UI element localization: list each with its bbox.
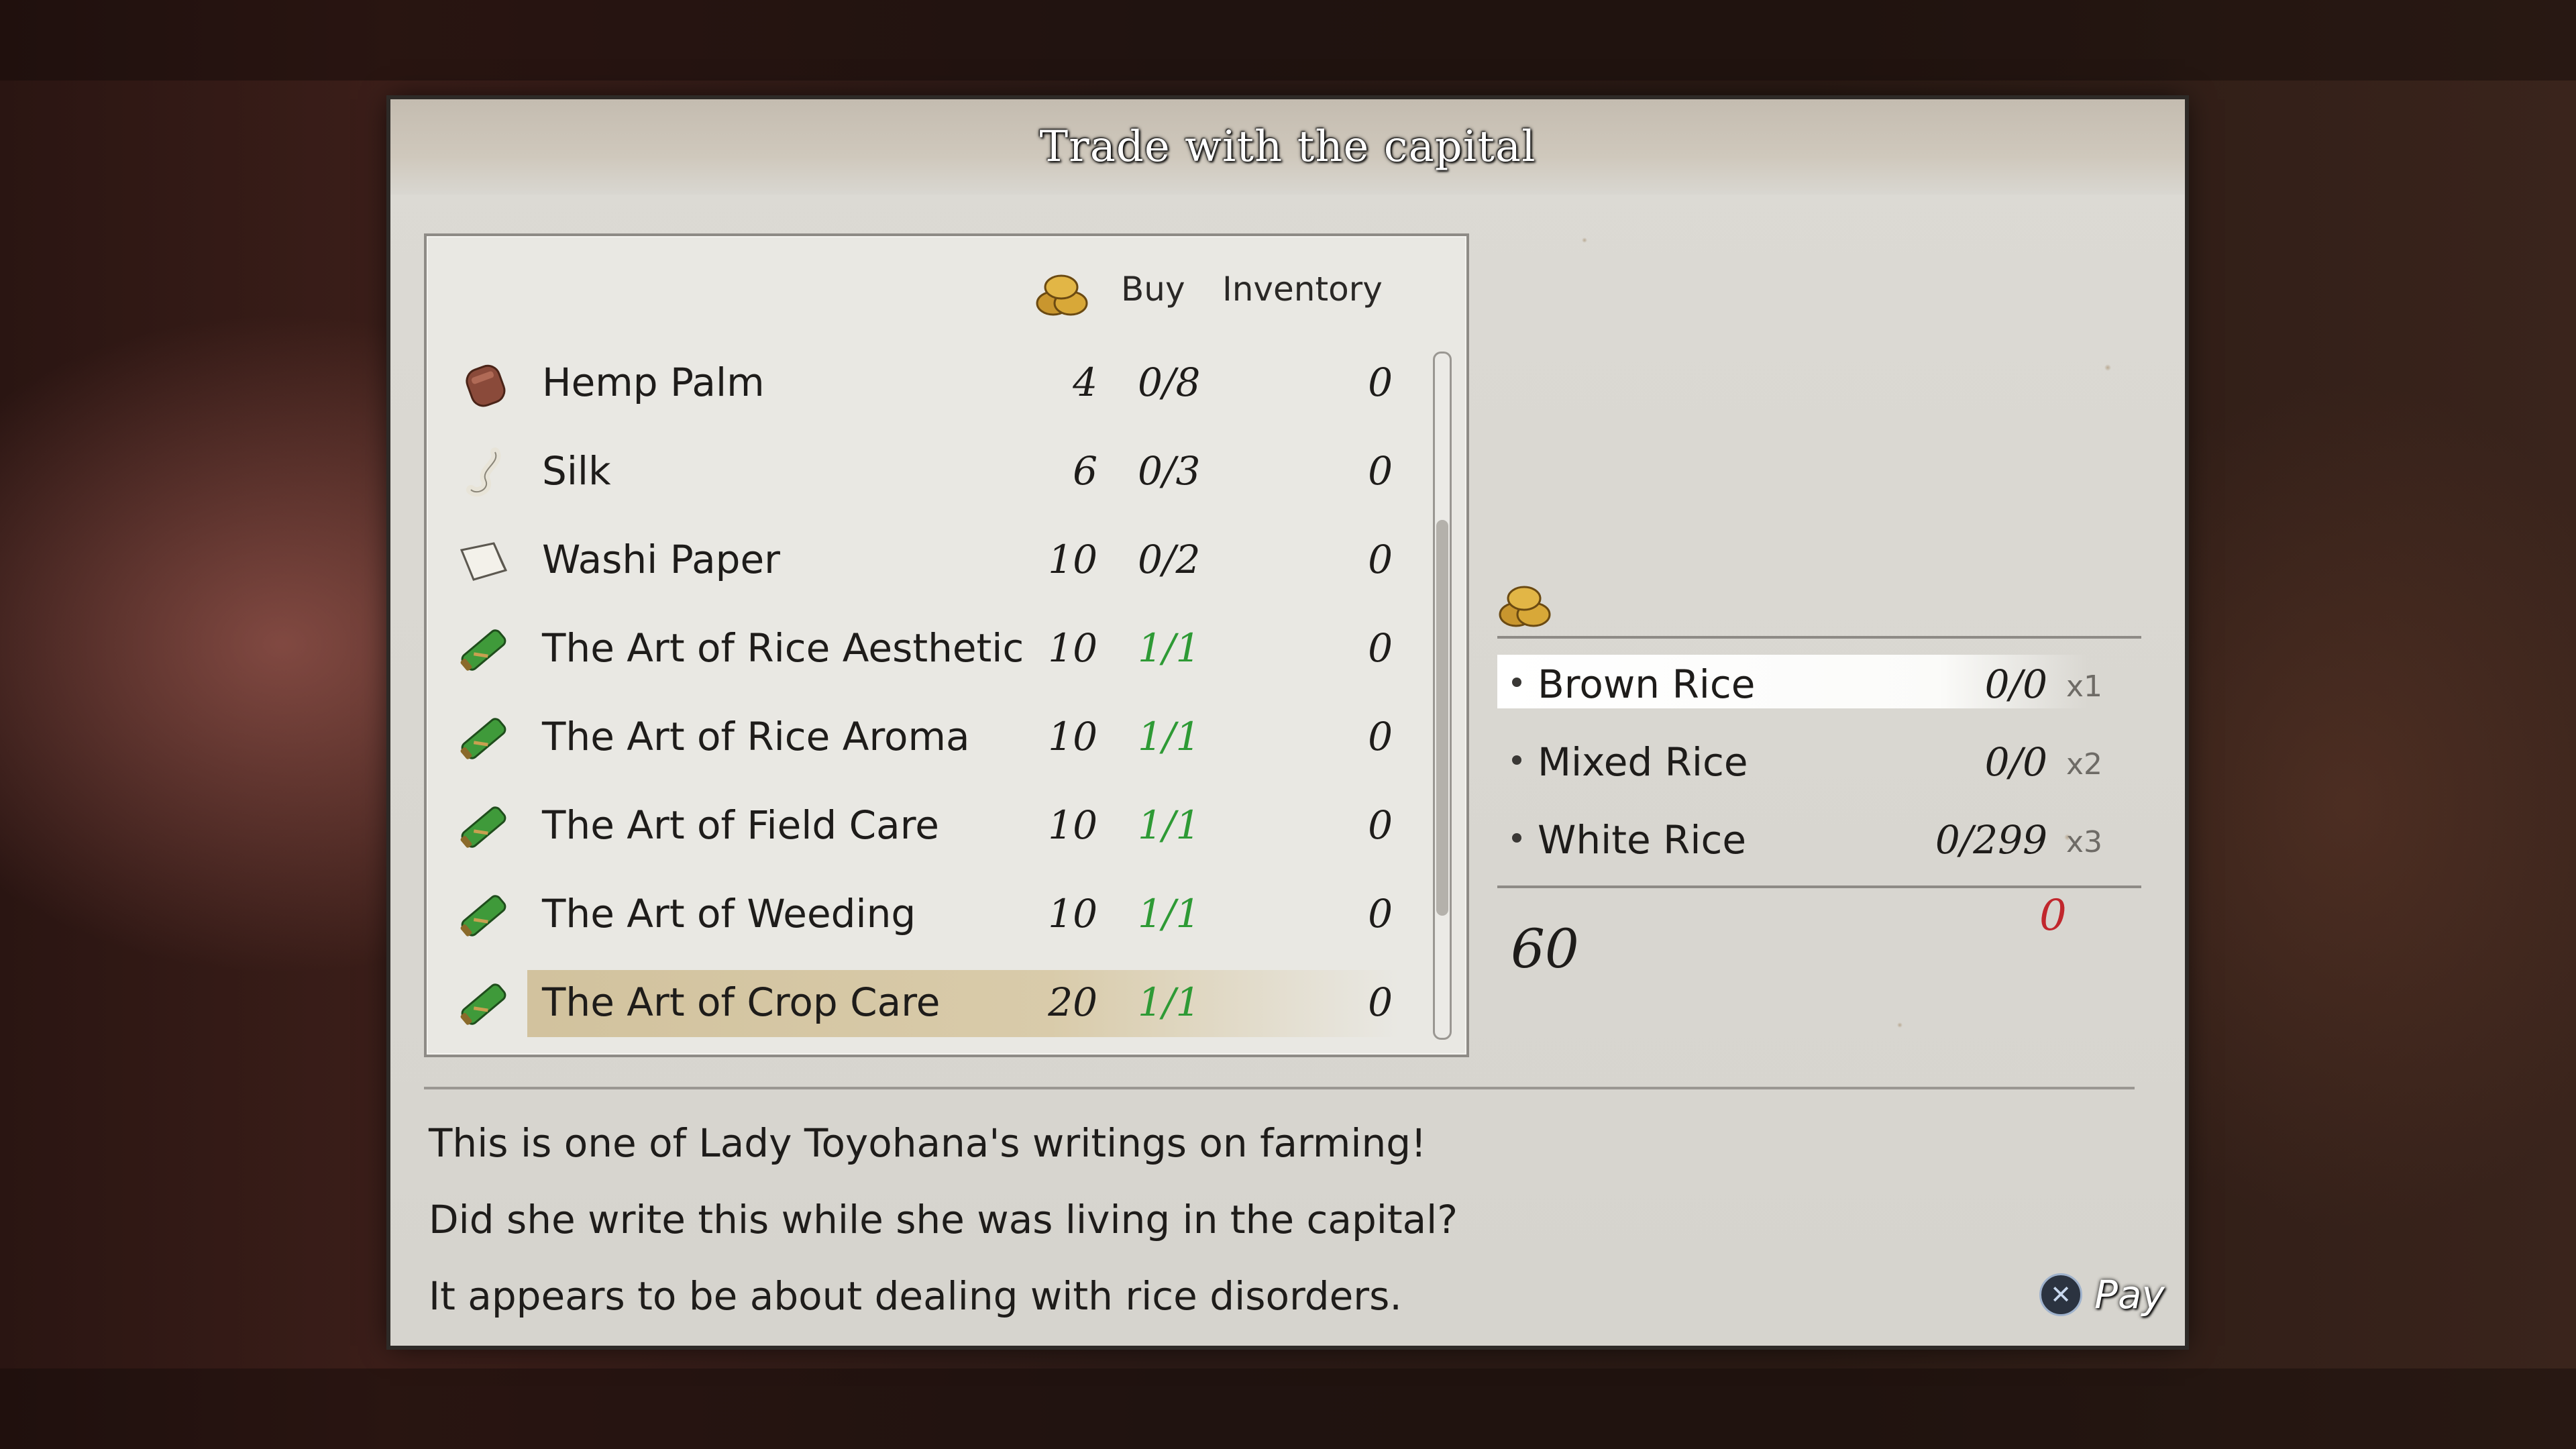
payment-option-mixed-rice[interactable]: Mixed Rice 0/0 x2 xyxy=(1497,727,2141,792)
scrollbar-thumb[interactable] xyxy=(1436,519,1448,916)
pay-button[interactable]: ✕ Pay xyxy=(2039,1272,2165,1318)
item-price: 10 xyxy=(1048,625,1097,671)
rice-multiplier: x1 xyxy=(2066,669,2103,704)
item-inventory: 0 xyxy=(1368,979,1393,1025)
item-buy-count: 1/1 xyxy=(1138,802,1201,848)
item-name: The Art of Rice Aesthetic xyxy=(542,625,1024,671)
item-name: The Art of Crop Care xyxy=(542,979,941,1025)
background-beam-top xyxy=(0,0,2576,80)
rice-count: 0/0 xyxy=(1984,739,2047,785)
scroll-icon xyxy=(453,885,514,946)
item-row[interactable]: The Art of Rice Aroma 10 1/1 0 xyxy=(427,691,1413,780)
item-row[interactable]: The Art of Crop Care 20 1/1 0 xyxy=(427,957,1413,1045)
title-bar: Trade with the capital xyxy=(390,99,2185,195)
item-buy-count: 1/1 xyxy=(1138,714,1201,759)
item-buy-count: 0/8 xyxy=(1138,360,1201,405)
description-line: This is one of Lady Toyohana's writings … xyxy=(429,1120,1427,1166)
item-name: The Art of Field Care xyxy=(542,802,939,848)
background-beam-bottom xyxy=(0,1368,2576,1449)
bullet-icon xyxy=(1512,755,1521,765)
rice-multiplier: x2 xyxy=(2066,747,2103,782)
scroll-icon xyxy=(453,974,514,1034)
item-row[interactable]: Washi Paper 10 0/2 0 xyxy=(427,514,1413,602)
hemp-palm-icon xyxy=(453,354,514,415)
payment-divider-bottom xyxy=(1497,885,2141,888)
item-inventory: 0 xyxy=(1368,448,1393,494)
scroll-icon xyxy=(453,708,514,769)
bullet-icon xyxy=(1512,678,1521,687)
rice-multiplier: x3 xyxy=(2066,825,2103,859)
item-buy-count: 1/1 xyxy=(1138,979,1201,1025)
item-inventory: 0 xyxy=(1368,360,1393,405)
scroll-icon xyxy=(453,797,514,857)
item-buy-count: 0/2 xyxy=(1138,537,1201,582)
item-name: The Art of Weeding xyxy=(542,891,916,936)
rice-bale-icon xyxy=(1499,586,1551,627)
list-header: Buy Inventory xyxy=(427,236,1466,337)
silk-icon xyxy=(453,443,514,503)
payment-option-white-rice[interactable]: White Rice 0/299 x3 xyxy=(1497,805,2141,869)
item-row[interactable]: Hemp Palm 4 0/8 0 xyxy=(427,337,1413,425)
description-line: It appears to be about dealing with rice… xyxy=(429,1273,1402,1319)
item-row[interactable]: The Art of Weeding 10 1/1 0 xyxy=(427,868,1413,957)
item-price: 10 xyxy=(1048,802,1097,848)
description-divider xyxy=(424,1087,2135,1089)
item-price: 20 xyxy=(1048,979,1097,1025)
payment-total: 60 xyxy=(1511,918,1579,980)
column-header-inventory: Inventory xyxy=(1222,270,1383,309)
rice-bale-icon xyxy=(1036,274,1088,316)
item-inventory: 0 xyxy=(1368,537,1393,582)
rice-name: Brown Rice xyxy=(1538,661,1756,707)
item-row[interactable]: Silk 6 0/3 0 xyxy=(427,425,1413,514)
item-inventory: 0 xyxy=(1368,891,1393,936)
rice-count: 0/299 xyxy=(1935,817,2047,863)
item-name: Hemp Palm xyxy=(542,360,765,405)
description-line: Did she write this while she was living … xyxy=(429,1197,1458,1242)
item-list-panel: Buy Inventory Hemp Palm 4 0/8 0 Silk 6 0/3 0 Was… xyxy=(424,233,1469,1057)
item-row[interactable]: The Art of Field Care 10 1/1 0 xyxy=(427,780,1413,868)
item-name: The Art of Rice Aroma xyxy=(542,714,970,759)
payment-option-brown-rice[interactable]: Brown Rice 0/0 x1 xyxy=(1497,649,2141,714)
list-scrollbar[interactable] xyxy=(1433,352,1452,1040)
trade-dialog: Trade with the capital Buy Inventory Hem… xyxy=(390,99,2185,1346)
dialog-title: Trade with the capital xyxy=(1039,122,1536,172)
scroll-icon xyxy=(453,620,514,680)
column-header-buy: Buy xyxy=(1121,270,1185,309)
item-buy-count: 0/3 xyxy=(1138,448,1201,494)
washi-paper-icon xyxy=(453,531,514,592)
item-buy-count: 1/1 xyxy=(1138,891,1201,936)
item-inventory: 0 xyxy=(1368,714,1393,759)
item-name: Silk xyxy=(542,448,611,494)
item-price: 6 xyxy=(1073,448,1097,494)
item-price: 4 xyxy=(1073,360,1097,405)
cross-button-icon: ✕ xyxy=(2039,1273,2082,1316)
payment-divider-top xyxy=(1497,636,2141,639)
bullet-icon xyxy=(1512,833,1521,843)
rice-count: 0/0 xyxy=(1984,661,2047,707)
rice-name: White Rice xyxy=(1538,817,1747,863)
item-name: Washi Paper xyxy=(542,537,780,582)
rice-name: Mixed Rice xyxy=(1538,739,1748,785)
item-inventory: 0 xyxy=(1368,802,1393,848)
item-buy-count: 1/1 xyxy=(1138,625,1201,671)
item-price: 10 xyxy=(1048,891,1097,936)
item-price: 10 xyxy=(1048,714,1097,759)
pay-label: Pay xyxy=(2094,1272,2165,1318)
item-price: 10 xyxy=(1048,537,1097,582)
item-inventory: 0 xyxy=(1368,625,1393,671)
payment-panel: Brown Rice 0/0 x1 Mixed Rice 0/0 x2 Whit… xyxy=(1497,582,2141,1186)
payment-cost: 0 xyxy=(2039,891,2067,941)
item-row[interactable]: The Art of Rice Aesthetic 10 1/1 0 xyxy=(427,602,1413,691)
